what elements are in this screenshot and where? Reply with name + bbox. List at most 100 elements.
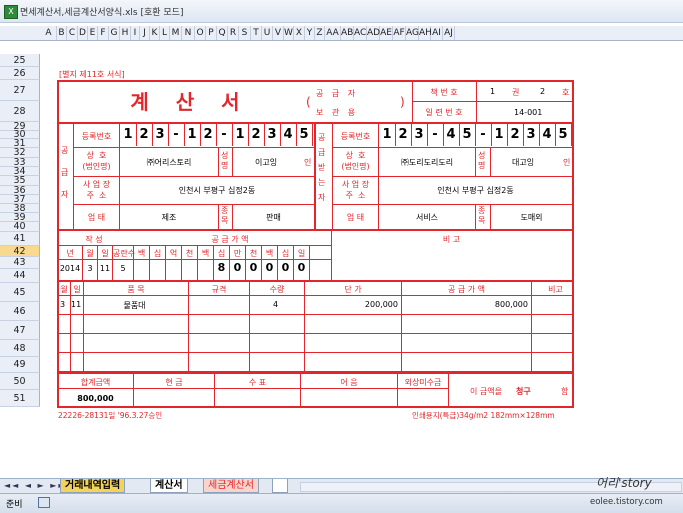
reg-digit: 2 — [200, 124, 217, 146]
watermark-url: eolee.tistory.com — [590, 497, 663, 507]
column-header-cell[interactable]: AB — [341, 26, 354, 40]
amount-header: 일 — [297, 249, 306, 258]
tab-invoice[interactable]: 계산서 — [150, 479, 188, 493]
row-header-cell[interactable]: 48 — [0, 340, 40, 357]
item-cell-month: 3 — [59, 300, 66, 309]
recipient-item: 도매외 — [520, 213, 543, 222]
reg-digit: 3 — [264, 124, 281, 146]
reg-digit: 4 — [539, 124, 556, 146]
item-cell-day: 11 — [71, 300, 82, 309]
sheet-nav-arrows[interactable]: ◄◄ ◄ ► ►► — [4, 481, 67, 490]
book-unit-2: 호 — [562, 88, 570, 97]
column-header-cell[interactable]: AH — [419, 26, 432, 40]
items-header-note: 비고 — [548, 285, 563, 294]
recipient-business: 서비스 — [415, 213, 439, 222]
items-header-qty: 수량 — [269, 285, 285, 294]
column-header-cell[interactable]: O — [195, 26, 206, 40]
tab-tax-invoice[interactable]: 세금계산서 — [203, 479, 259, 493]
row-header-cell[interactable]: 51 — [0, 390, 40, 407]
footer-left: 22226-28131일 '96.3.27승인 — [58, 411, 163, 420]
column-header-cell[interactable]: U — [262, 26, 273, 40]
item-cell-supply: 800,000 — [494, 300, 528, 309]
row-header-cell[interactable]: 42 — [0, 246, 40, 257]
total-amount: 800,000 — [77, 394, 114, 403]
amount-header: 십 — [153, 249, 162, 258]
column-header-cell[interactable]: G — [109, 26, 120, 40]
cash-label: 현 금 — [165, 378, 183, 387]
column-header-cell[interactable]: T — [251, 26, 262, 40]
column-header-cell[interactable]: J — [140, 26, 150, 40]
total-label: 합계금액 — [80, 378, 111, 387]
column-header-cell[interactable]: F — [98, 26, 109, 40]
column-header-cell[interactable]: AF — [393, 26, 406, 40]
column-header-cell[interactable]: AD — [367, 26, 380, 40]
row-header-cell[interactable]: 50 — [0, 373, 40, 390]
recipient-rep-label: 성명 — [478, 151, 486, 170]
row-header-cell[interactable]: 40 — [0, 222, 40, 232]
date-header: 월 — [86, 249, 94, 258]
column-header-cell[interactable]: R — [228, 26, 239, 40]
reg-digit: 2 — [248, 124, 265, 146]
row-header-cell[interactable]: 46 — [0, 302, 40, 321]
column-header-cell[interactable]: K — [150, 26, 160, 40]
column-header-cell[interactable]: I — [131, 26, 140, 40]
column-header-cell[interactable]: Q — [217, 26, 228, 40]
recipient-side-label: 보 관 용 — [316, 108, 359, 117]
column-header-cell[interactable]: AI — [431, 26, 443, 40]
row-header-cell[interactable]: 25 — [0, 54, 40, 67]
column-header-cell[interactable]: P — [206, 26, 217, 40]
amount-header: 천 — [249, 249, 258, 258]
column-header-cell[interactable]: S — [239, 26, 251, 40]
amount-header: 만 — [233, 249, 242, 258]
row-header-cell[interactable]: 27 — [0, 80, 40, 101]
row-header-cell[interactable]: 47 — [0, 321, 40, 340]
amount-digit: 0 — [249, 261, 258, 274]
date-header: 년 — [66, 249, 74, 258]
form-note: [별지 제11호 서식] — [59, 70, 125, 79]
column-header-cell[interactable]: C — [67, 26, 78, 40]
column-header-cell[interactable]: H — [120, 26, 131, 40]
reg-digit: - — [475, 124, 492, 146]
check-label: 수 표 — [248, 378, 267, 387]
column-header-cell[interactable]: W — [284, 26, 294, 40]
column-header-cell[interactable]: N — [182, 26, 195, 40]
tab-transaction-input[interactable]: 거래내역입력 — [60, 479, 126, 493]
column-header-cell[interactable]: D — [78, 26, 88, 40]
column-header-cell[interactable]: Y — [305, 26, 315, 40]
reg-digit: 5 — [296, 124, 313, 146]
insert-sheet-icon[interactable] — [272, 479, 288, 493]
date-value: 5 — [120, 264, 126, 273]
row-header-cell[interactable]: 43 — [0, 257, 40, 269]
column-header-cell[interactable]: AG — [406, 26, 419, 40]
supplier-rep: 이고잉 — [255, 158, 278, 167]
row-header-cell[interactable]: 28 — [0, 101, 40, 122]
row-header-cell[interactable]: 41 — [0, 232, 40, 246]
column-header-cell[interactable]: Z — [315, 26, 325, 40]
column-header-cell[interactable]: X — [294, 26, 305, 40]
row-header-cell[interactable]: 49 — [0, 357, 40, 373]
column-header: A B C D E F G H I J K L M N O P Q R S T U V W X Y Z AA AB AC AD AE AF AG… — [0, 26, 683, 41]
recipient-name-label: 상 호 (법인명) — [341, 151, 370, 171]
row-header-cell[interactable]: 26 — [0, 67, 40, 80]
column-header-cell[interactable]: AE — [380, 26, 393, 40]
macro-record-icon[interactable] — [38, 497, 50, 508]
column-header-cell[interactable]: L — [160, 26, 170, 40]
row-header-cell[interactable]: 45 — [0, 283, 40, 302]
column-header-cell[interactable]: AA — [325, 26, 341, 40]
column-header-cell[interactable]: A — [41, 26, 57, 40]
amount-digit: 0 — [265, 261, 274, 274]
column-header-cell[interactable]: V — [273, 26, 284, 40]
column-header-cell[interactable]: B — [57, 26, 67, 40]
column-header-cell[interactable]: AC — [354, 26, 367, 40]
form-title: 계 산 서 — [130, 90, 250, 114]
row-header-cell[interactable]: 44 — [0, 269, 40, 283]
remarks-section-label: 비 고 — [442, 235, 461, 244]
reg-digit: - — [216, 124, 233, 146]
amount-digit: 8 — [217, 261, 226, 274]
column-header-cell[interactable]: AJ — [443, 26, 455, 40]
bill-label: 어 음 — [340, 378, 358, 387]
column-header-cell[interactable]: E — [88, 26, 98, 40]
reg-digit: 1 — [379, 124, 396, 146]
column-header-cell[interactable]: M — [170, 26, 182, 40]
supplier-rep-label: 성명 — [221, 151, 229, 170]
